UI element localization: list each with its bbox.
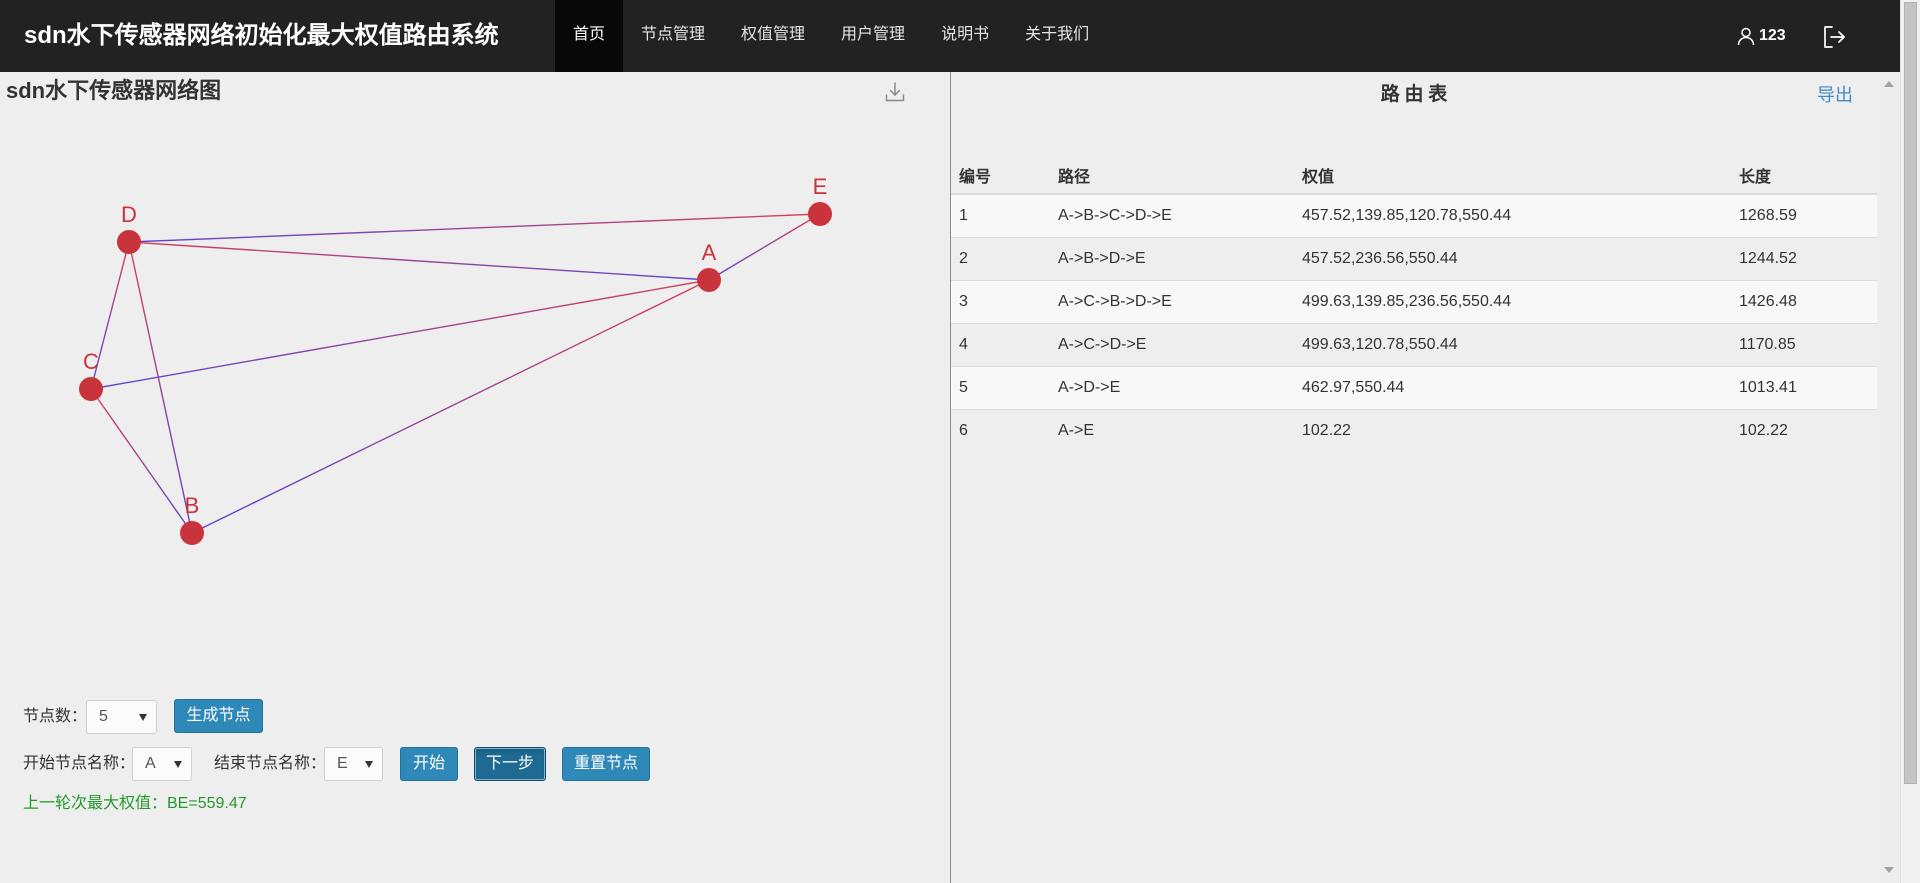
node-count-value: 5: [99, 708, 108, 725]
start-node-select[interactable]: A: [132, 747, 192, 781]
node-D[interactable]: [117, 230, 141, 254]
node-label-E: E: [813, 174, 828, 199]
cell-path: A->B->D->E: [1050, 236, 1294, 280]
cell-weights: 499.63,139.85,236.56,550.44: [1294, 279, 1731, 323]
node-E[interactable]: [808, 202, 832, 226]
cell-length: 1268.59: [1731, 193, 1877, 237]
cell-length: 1426.48: [1731, 279, 1877, 323]
table-row: 5 A->D->E 462.97,550.44 1013.41: [951, 365, 1877, 409]
table-row: 3 A->C->B->D->E 499.63,139.85,236.56,550…: [951, 279, 1877, 323]
scroll-up-icon[interactable]: [1884, 81, 1894, 87]
graph-title: sdn水下传感器网络图: [6, 78, 222, 103]
cell-length: 102.22: [1731, 408, 1877, 452]
routing-table-title: 路 由 表: [1380, 84, 1448, 105]
cell-id: 2: [951, 236, 1050, 280]
panel-scrollbar[interactable]: [1879, 72, 1899, 883]
chevron-down-icon: [365, 761, 373, 768]
main-nav: 首页 节点管理 权值管理 用户管理 说明书 关于我们: [555, 0, 1107, 72]
header-length: 长度: [1731, 157, 1877, 195]
cell-length: 1244.52: [1731, 236, 1877, 280]
chevron-down-icon: [139, 714, 147, 721]
cell-id: 4: [951, 322, 1050, 366]
edge-A-C: [90, 279, 710, 390]
page-scrollbar[interactable]: [1900, 0, 1920, 883]
cell-weights: 102.22: [1294, 408, 1731, 452]
download-button[interactable]: [884, 81, 906, 103]
nav-item-about[interactable]: 关于我们: [1007, 0, 1107, 72]
node-label-C: C: [83, 349, 99, 374]
cell-path: A->E: [1050, 408, 1294, 452]
edge-D-B: [128, 241, 193, 534]
cell-id: 5: [951, 365, 1050, 409]
table-row: 1 A->B->C->D->E 457.52,139.85,120.78,550…: [951, 193, 1877, 237]
top-navbar: sdn水下传感器网络初始化最大权值路由系统 首页 节点管理 权值管理 用户管理 …: [0, 0, 1900, 72]
last-round-status: 上一轮次最大权值：BE=559.47: [23, 795, 247, 812]
node-label-D: D: [121, 202, 137, 227]
end-node-select[interactable]: E: [324, 747, 383, 781]
edge-E-A: [708, 213, 821, 281]
cell-length: 1013.41: [1731, 365, 1877, 409]
table-header-row: 编号 路径 权值 长度: [951, 157, 1877, 195]
cell-id: 3: [951, 279, 1050, 323]
start-node-value: A: [145, 755, 156, 772]
end-node-value: E: [337, 755, 348, 772]
nav-item-manual[interactable]: 说明书: [923, 0, 1007, 72]
cell-id: 1: [951, 193, 1050, 237]
cell-length: 1170.85: [1731, 322, 1877, 366]
start-node-label: 开始节点名称：: [23, 755, 136, 772]
node-layer: D E A C B: [79, 174, 832, 545]
download-icon: [884, 82, 906, 107]
edge-E-D: [128, 213, 821, 243]
route-table: 编号 路径 权值 长度 1 A->B->C->D->E 457.52,139.8…: [951, 157, 1877, 452]
node-label-A: A: [702, 240, 717, 265]
logout-button[interactable]: [1821, 24, 1847, 50]
table-row: 2 A->B->D->E 457.52,236.56,550.44 1244.5…: [951, 236, 1877, 280]
edge-A-B: [191, 279, 710, 534]
chevron-down-icon: [174, 761, 182, 768]
nav-item-weight-management[interactable]: 权值管理: [723, 0, 823, 72]
cell-weights: 457.52,236.56,550.44: [1294, 236, 1731, 280]
logout-icon: [1821, 26, 1847, 54]
node-count-select[interactable]: 5: [86, 700, 157, 734]
header-weights: 权值: [1294, 157, 1731, 195]
username: 123: [1759, 27, 1786, 44]
node-A[interactable]: [697, 268, 721, 292]
reset-nodes-button[interactable]: 重置节点: [562, 747, 650, 781]
network-graph-panel: DEACB sdn水下传感器网络图 节点数： 5 生成节点 开始节点名称： A …: [0, 72, 950, 883]
cell-weights: 457.52,139.85,120.78,550.44: [1294, 193, 1731, 237]
generate-nodes-button[interactable]: 生成节点: [174, 699, 263, 733]
node-C[interactable]: [79, 377, 103, 401]
cell-path: A->C->B->D->E: [1050, 279, 1294, 323]
node-B[interactable]: [180, 521, 204, 545]
header-id: 编号: [951, 157, 1050, 195]
nav-item-node-management[interactable]: 节点管理: [623, 0, 723, 72]
cell-weights: 462.97,550.44: [1294, 365, 1731, 409]
routing-table-panel: 路 由 表 导出 编号 路径 权值 长度 1 A->B->C->D->E 457…: [951, 72, 1877, 883]
node-label-B: B: [185, 493, 200, 518]
table-row: 6 A->E 102.22 102.22: [951, 408, 1877, 452]
export-link[interactable]: 导出: [1817, 83, 1853, 107]
app-title[interactable]: sdn水下传感器网络初始化最大权值路由系统: [24, 0, 499, 72]
cell-path: A->B->C->D->E: [1050, 193, 1294, 237]
cell-path: A->D->E: [1050, 365, 1294, 409]
scroll-down-icon[interactable]: [1884, 867, 1894, 873]
cell-path: A->C->D->E: [1050, 322, 1294, 366]
table-row: 4 A->C->D->E 499.63,120.78,550.44 1170.8…: [951, 322, 1877, 366]
node-count-label: 节点数：: [23, 708, 88, 725]
start-button[interactable]: 开始: [400, 747, 458, 781]
network-graph[interactable]: D E A C B: [0, 72, 950, 632]
edge-D-A: [128, 241, 710, 281]
end-node-label: 结束节点名称：: [214, 755, 327, 772]
nav-item-home[interactable]: 首页: [555, 0, 624, 72]
user-icon: [1736, 26, 1756, 46]
cell-weights: 499.63,120.78,550.44: [1294, 322, 1731, 366]
header-path: 路径: [1050, 157, 1294, 195]
next-step-button[interactable]: 下一步: [474, 747, 546, 781]
page-scrollbar-thumb[interactable]: [1904, 2, 1917, 784]
user-menu[interactable]: 123: [1736, 0, 1786, 72]
cell-id: 6: [951, 408, 1050, 452]
nav-item-user-management[interactable]: 用户管理: [823, 0, 923, 72]
